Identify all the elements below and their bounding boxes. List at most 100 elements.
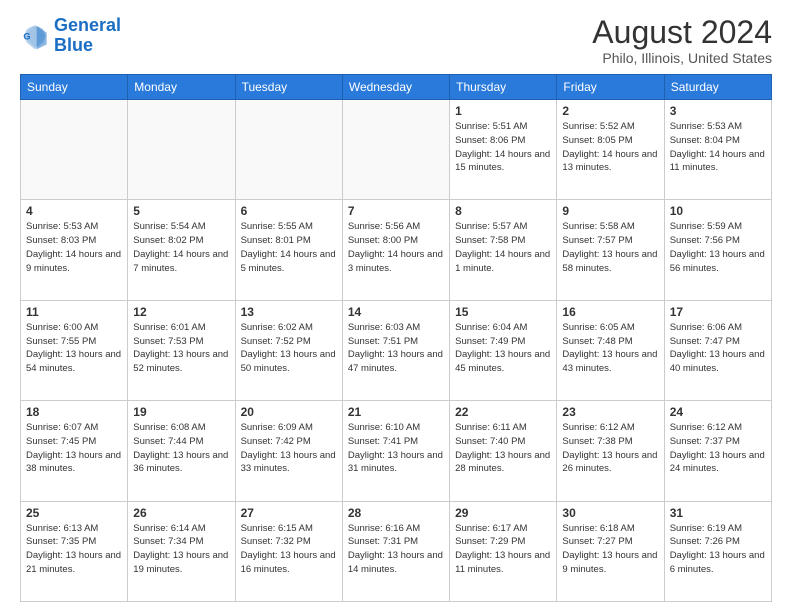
day-info: Sunrise: 6:16 AM Sunset: 7:31 PM Dayligh… (348, 522, 444, 577)
day-info: Sunrise: 5:53 AM Sunset: 8:04 PM Dayligh… (670, 120, 766, 175)
calendar-cell (128, 100, 235, 200)
day-number: 17 (670, 305, 766, 319)
calendar-cell: 21 Sunrise: 6:10 AM Sunset: 7:41 PM Dayli… (342, 401, 449, 501)
week-row-4: 18Sunrise: 6:07 AM Sunset: 7:45 PM Dayli… (21, 401, 772, 501)
calendar-cell: 18Sunrise: 6:07 AM Sunset: 7:45 PM Dayli… (21, 401, 128, 501)
logo-icon: G (20, 21, 50, 51)
calendar-cell: 7 Sunrise: 5:56 AM Sunset: 8:00 PM Daylig… (342, 200, 449, 300)
logo-line1: General (54, 15, 121, 35)
day-info: Sunrise: 5:56 AM Sunset: 8:00 PM Dayligh… (348, 220, 444, 275)
day-header-sunday: Sunday (21, 75, 128, 100)
day-number: 13 (241, 305, 337, 319)
calendar-cell: 17 Sunrise: 6:06 AM Sunset: 7:47 PM Dayli… (664, 300, 771, 400)
calendar-cell: 6 Sunrise: 5:55 AM Sunset: 8:01 PM Daylig… (235, 200, 342, 300)
calendar-table: SundayMondayTuesdayWednesdayThursdayFrid… (20, 74, 772, 602)
calendar-cell: 23 Sunrise: 6:12 AM Sunset: 7:38 PM Dayli… (557, 401, 664, 501)
calendar-cell: 13 Sunrise: 6:02 AM Sunset: 7:52 PM Dayli… (235, 300, 342, 400)
calendar-cell: 14 Sunrise: 6:03 AM Sunset: 7:51 PM Dayli… (342, 300, 449, 400)
calendar-cell: 9Sunrise: 5:58 AM Sunset: 7:57 PM Daylig… (557, 200, 664, 300)
day-number: 6 (241, 204, 337, 218)
day-number: 28 (348, 506, 444, 520)
day-number: 16 (562, 305, 658, 319)
day-number: 23 (562, 405, 658, 419)
calendar-cell (21, 100, 128, 200)
day-info: Sunrise: 6:17 AM Sunset: 7:29 PM Dayligh… (455, 522, 551, 577)
day-info: Sunrise: 6:04 AM Sunset: 7:49 PM Dayligh… (455, 321, 551, 376)
calendar-cell: 4 Sunrise: 5:53 AM Sunset: 8:03 PM Daylig… (21, 200, 128, 300)
day-info: Sunrise: 5:54 AM Sunset: 8:02 PM Dayligh… (133, 220, 229, 275)
week-row-3: 11 Sunrise: 6:00 AM Sunset: 7:55 PM Dayli… (21, 300, 772, 400)
week-row-2: 4 Sunrise: 5:53 AM Sunset: 8:03 PM Daylig… (21, 200, 772, 300)
day-number: 24 (670, 405, 766, 419)
day-number: 31 (670, 506, 766, 520)
day-number: 21 (348, 405, 444, 419)
day-info: Sunrise: 6:18 AM Sunset: 7:27 PM Dayligh… (562, 522, 658, 577)
day-number: 15 (455, 305, 551, 319)
day-number: 29 (455, 506, 551, 520)
week-row-1: 1Sunrise: 5:51 AM Sunset: 8:06 PM Daylig… (21, 100, 772, 200)
header: G General Blue August 2024 Philo, Illino… (20, 16, 772, 66)
day-number: 22 (455, 405, 551, 419)
day-info: Sunrise: 6:09 AM Sunset: 7:42 PM Dayligh… (241, 421, 337, 476)
day-header-tuesday: Tuesday (235, 75, 342, 100)
calendar-cell: 5 Sunrise: 5:54 AM Sunset: 8:02 PM Daylig… (128, 200, 235, 300)
day-number: 4 (26, 204, 122, 218)
day-info: Sunrise: 6:14 AM Sunset: 7:34 PM Dayligh… (133, 522, 229, 577)
day-info: Sunrise: 5:52 AM Sunset: 8:05 PM Dayligh… (562, 120, 658, 175)
calendar-cell: 2 Sunrise: 5:52 AM Sunset: 8:05 PM Daylig… (557, 100, 664, 200)
calendar-cell: 27Sunrise: 6:15 AM Sunset: 7:32 PM Dayli… (235, 501, 342, 601)
calendar-cell: 30 Sunrise: 6:18 AM Sunset: 7:27 PM Dayli… (557, 501, 664, 601)
day-info: Sunrise: 6:19 AM Sunset: 7:26 PM Dayligh… (670, 522, 766, 577)
day-number: 25 (26, 506, 122, 520)
day-number: 26 (133, 506, 229, 520)
day-header-monday: Monday (128, 75, 235, 100)
day-info: Sunrise: 5:55 AM Sunset: 8:01 PM Dayligh… (241, 220, 337, 275)
day-info: Sunrise: 5:59 AM Sunset: 7:56 PM Dayligh… (670, 220, 766, 275)
day-number: 2 (562, 104, 658, 118)
day-info: Sunrise: 6:05 AM Sunset: 7:48 PM Dayligh… (562, 321, 658, 376)
day-number: 10 (670, 204, 766, 218)
calendar-cell: 16 Sunrise: 6:05 AM Sunset: 7:48 PM Dayli… (557, 300, 664, 400)
day-number: 3 (670, 104, 766, 118)
day-number: 27 (241, 506, 337, 520)
day-info: Sunrise: 6:13 AM Sunset: 7:35 PM Dayligh… (26, 522, 122, 577)
day-number: 7 (348, 204, 444, 218)
day-number: 1 (455, 104, 551, 118)
calendar-cell: 15 Sunrise: 6:04 AM Sunset: 7:49 PM Dayli… (450, 300, 557, 400)
day-info: Sunrise: 6:06 AM Sunset: 7:47 PM Dayligh… (670, 321, 766, 376)
calendar-cell (235, 100, 342, 200)
day-info: Sunrise: 6:11 AM Sunset: 7:40 PM Dayligh… (455, 421, 551, 476)
day-info: Sunrise: 6:01 AM Sunset: 7:53 PM Dayligh… (133, 321, 229, 376)
calendar-cell: 25 Sunrise: 6:13 AM Sunset: 7:35 PM Dayli… (21, 501, 128, 601)
day-info: Sunrise: 6:00 AM Sunset: 7:55 PM Dayligh… (26, 321, 122, 376)
calendar-cell: 28 Sunrise: 6:16 AM Sunset: 7:31 PM Dayli… (342, 501, 449, 601)
day-number: 5 (133, 204, 229, 218)
main-title: August 2024 (592, 16, 772, 48)
day-number: 9 (562, 204, 658, 218)
svg-text:G: G (23, 31, 30, 41)
day-header-row: SundayMondayTuesdayWednesdayThursdayFrid… (21, 75, 772, 100)
day-number: 11 (26, 305, 122, 319)
day-number: 20 (241, 405, 337, 419)
calendar-cell: 1Sunrise: 5:51 AM Sunset: 8:06 PM Daylig… (450, 100, 557, 200)
week-row-5: 25 Sunrise: 6:13 AM Sunset: 7:35 PM Dayli… (21, 501, 772, 601)
calendar-cell: 26 Sunrise: 6:14 AM Sunset: 7:34 PM Dayli… (128, 501, 235, 601)
day-info: Sunrise: 6:07 AM Sunset: 7:45 PM Dayligh… (26, 421, 122, 476)
day-header-friday: Friday (557, 75, 664, 100)
day-info: Sunrise: 5:53 AM Sunset: 8:03 PM Dayligh… (26, 220, 122, 275)
day-info: Sunrise: 6:12 AM Sunset: 7:38 PM Dayligh… (562, 421, 658, 476)
title-block: August 2024 Philo, Illinois, United Stat… (592, 16, 772, 66)
calendar-cell: 20 Sunrise: 6:09 AM Sunset: 7:42 PM Dayli… (235, 401, 342, 501)
calendar-cell: 19Sunrise: 6:08 AM Sunset: 7:44 PM Dayli… (128, 401, 235, 501)
day-number: 30 (562, 506, 658, 520)
day-info: Sunrise: 6:10 AM Sunset: 7:41 PM Dayligh… (348, 421, 444, 476)
day-info: Sunrise: 6:03 AM Sunset: 7:51 PM Dayligh… (348, 321, 444, 376)
day-info: Sunrise: 6:12 AM Sunset: 7:37 PM Dayligh… (670, 421, 766, 476)
day-header-saturday: Saturday (664, 75, 771, 100)
calendar-cell: 8Sunrise: 5:57 AM Sunset: 7:58 PM Daylig… (450, 200, 557, 300)
day-number: 12 (133, 305, 229, 319)
day-info: Sunrise: 6:02 AM Sunset: 7:52 PM Dayligh… (241, 321, 337, 376)
subtitle: Philo, Illinois, United States (592, 50, 772, 66)
logo: G General Blue (20, 16, 121, 56)
day-number: 14 (348, 305, 444, 319)
